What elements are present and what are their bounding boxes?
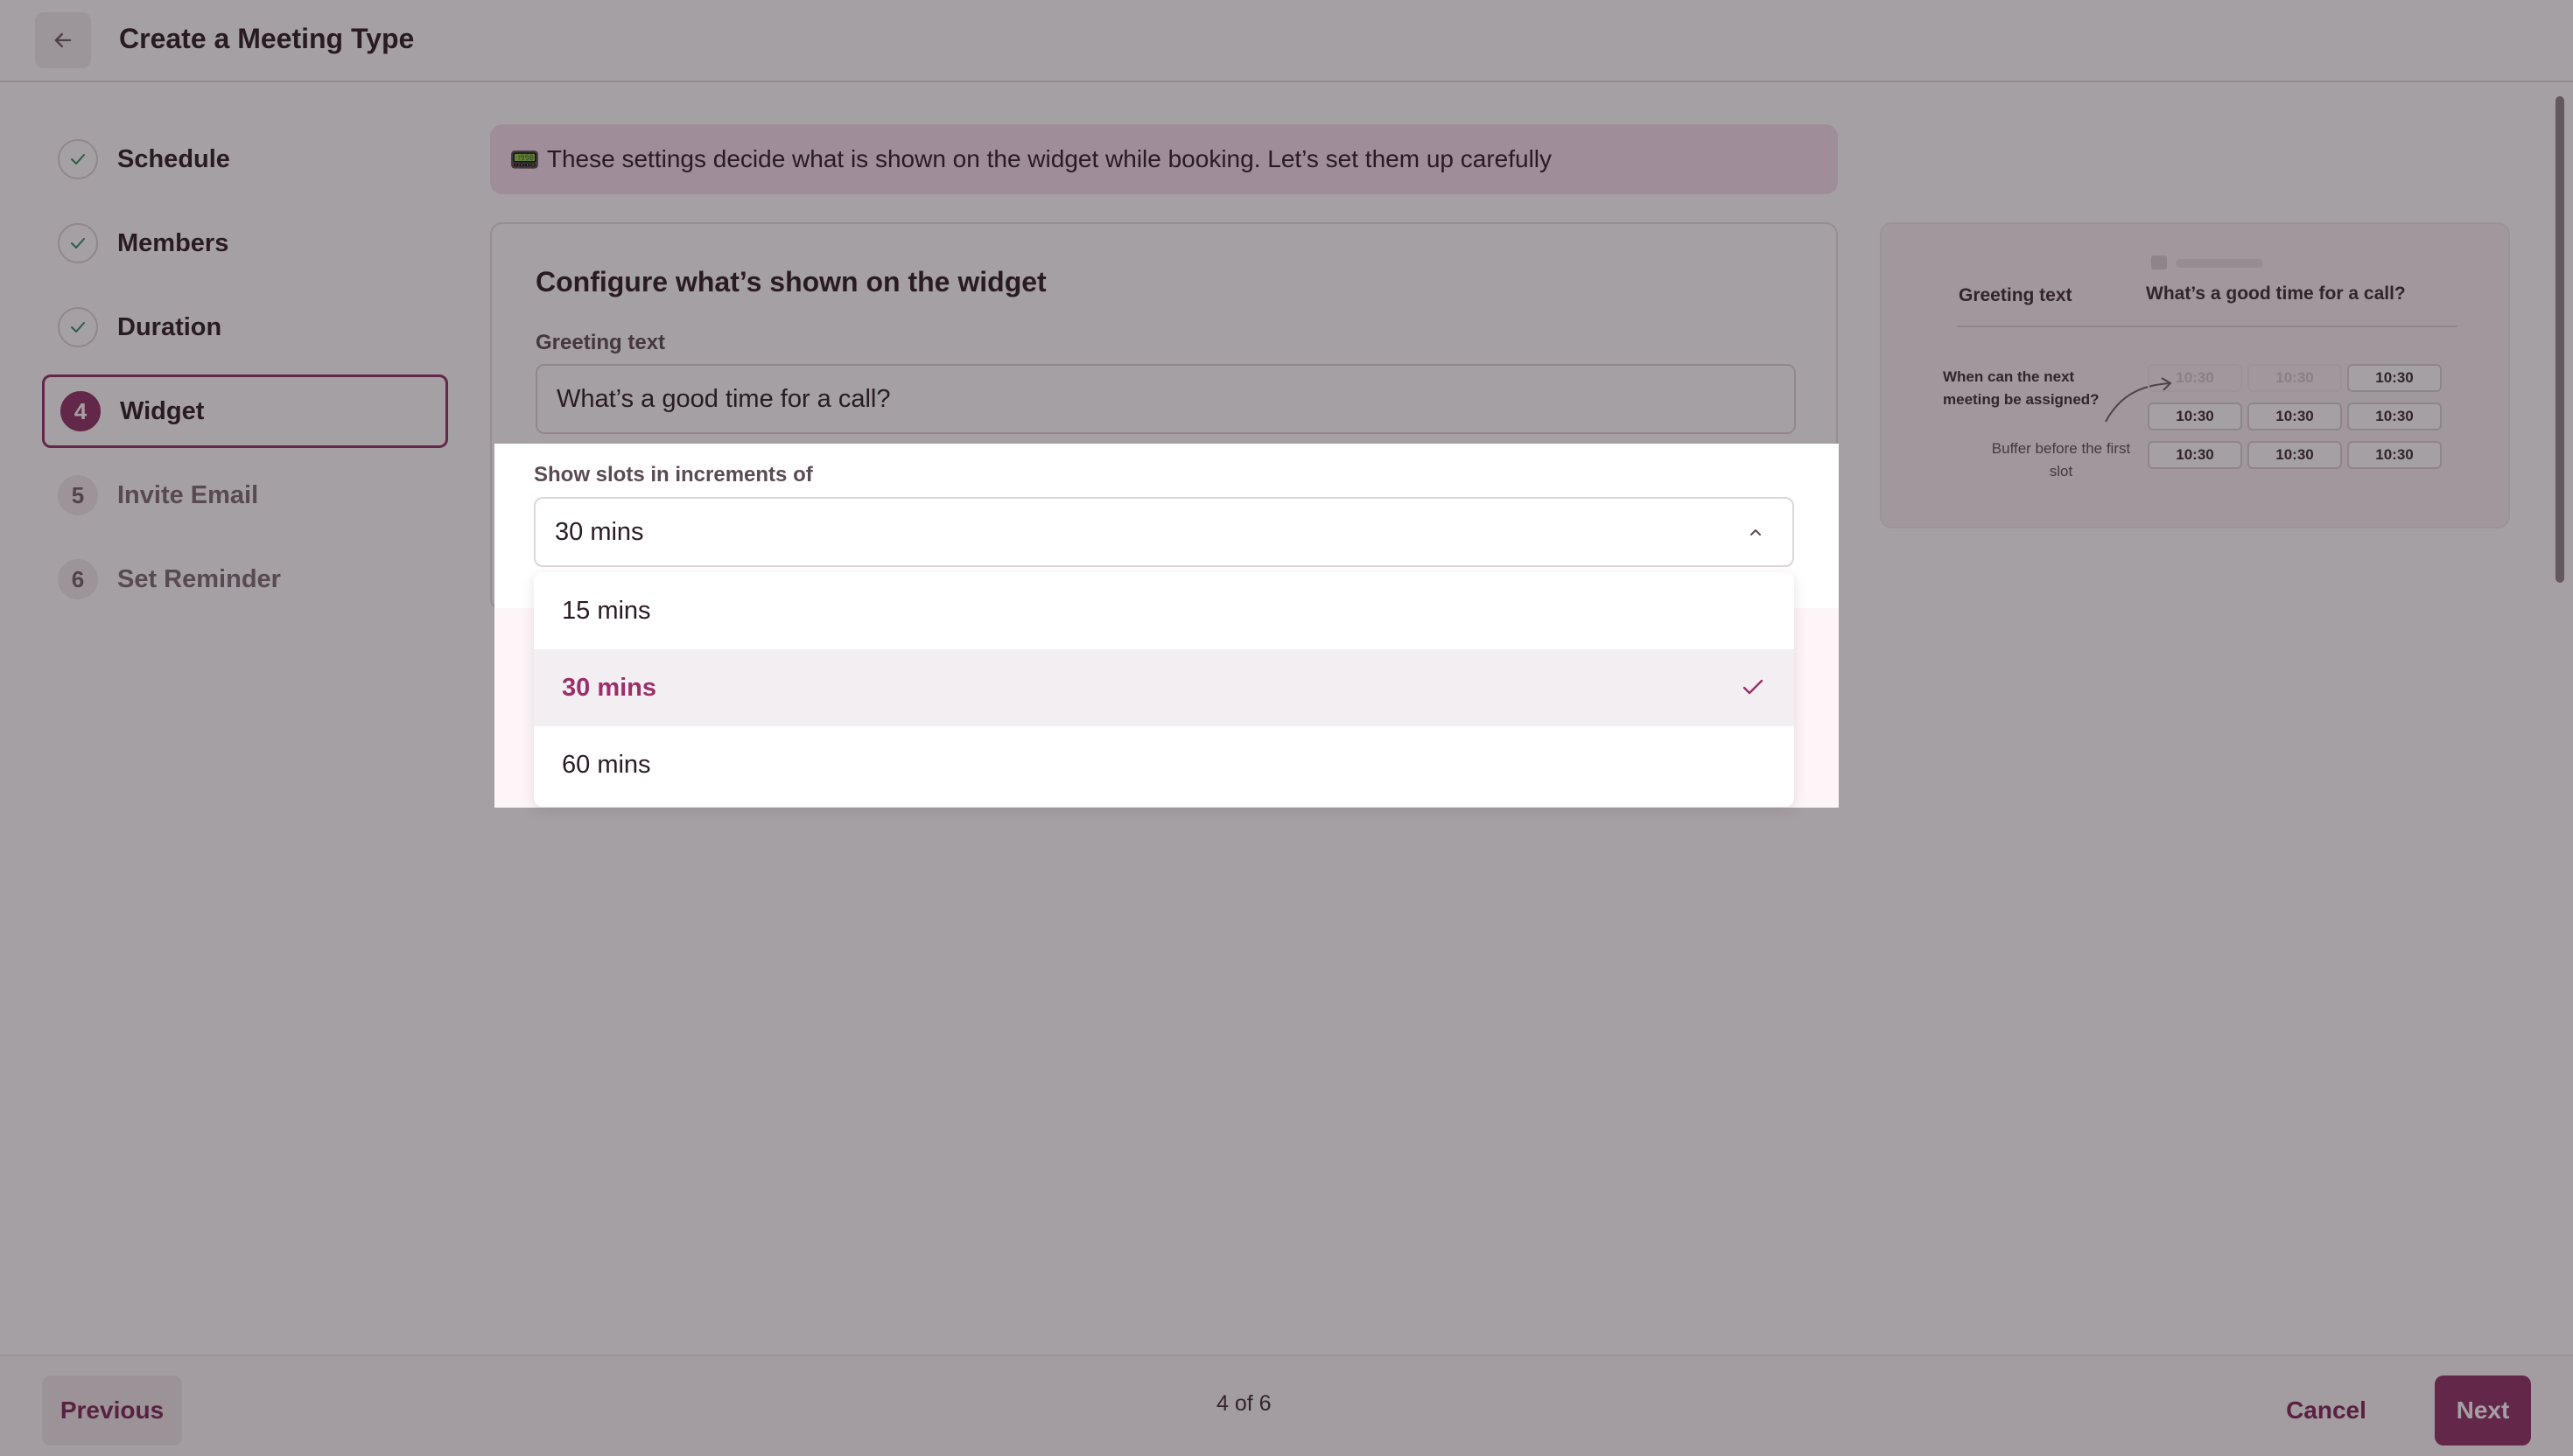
increment-field-spotlight: Show slots in increments of 30 mins 15 m… [494, 444, 1839, 808]
option-15-mins[interactable]: 15 mins [534, 572, 1794, 649]
option-30-mins[interactable]: 30 mins [534, 649, 1794, 726]
check-icon [1742, 679, 1763, 695]
option-60-mins[interactable]: 60 mins [534, 726, 1794, 803]
increment-options-menu: 15 mins 30 mins 60 mins [534, 572, 1794, 807]
option-label: 30 mins [562, 673, 656, 702]
increment-select[interactable]: 30 mins [534, 497, 1794, 567]
chevron-up-icon [1750, 529, 1761, 536]
increment-selected-value: 30 mins [555, 517, 644, 546]
option-label: 15 mins [562, 596, 651, 625]
option-label: 60 mins [562, 750, 651, 779]
increment-label: Show slots in increments of [534, 463, 813, 486]
